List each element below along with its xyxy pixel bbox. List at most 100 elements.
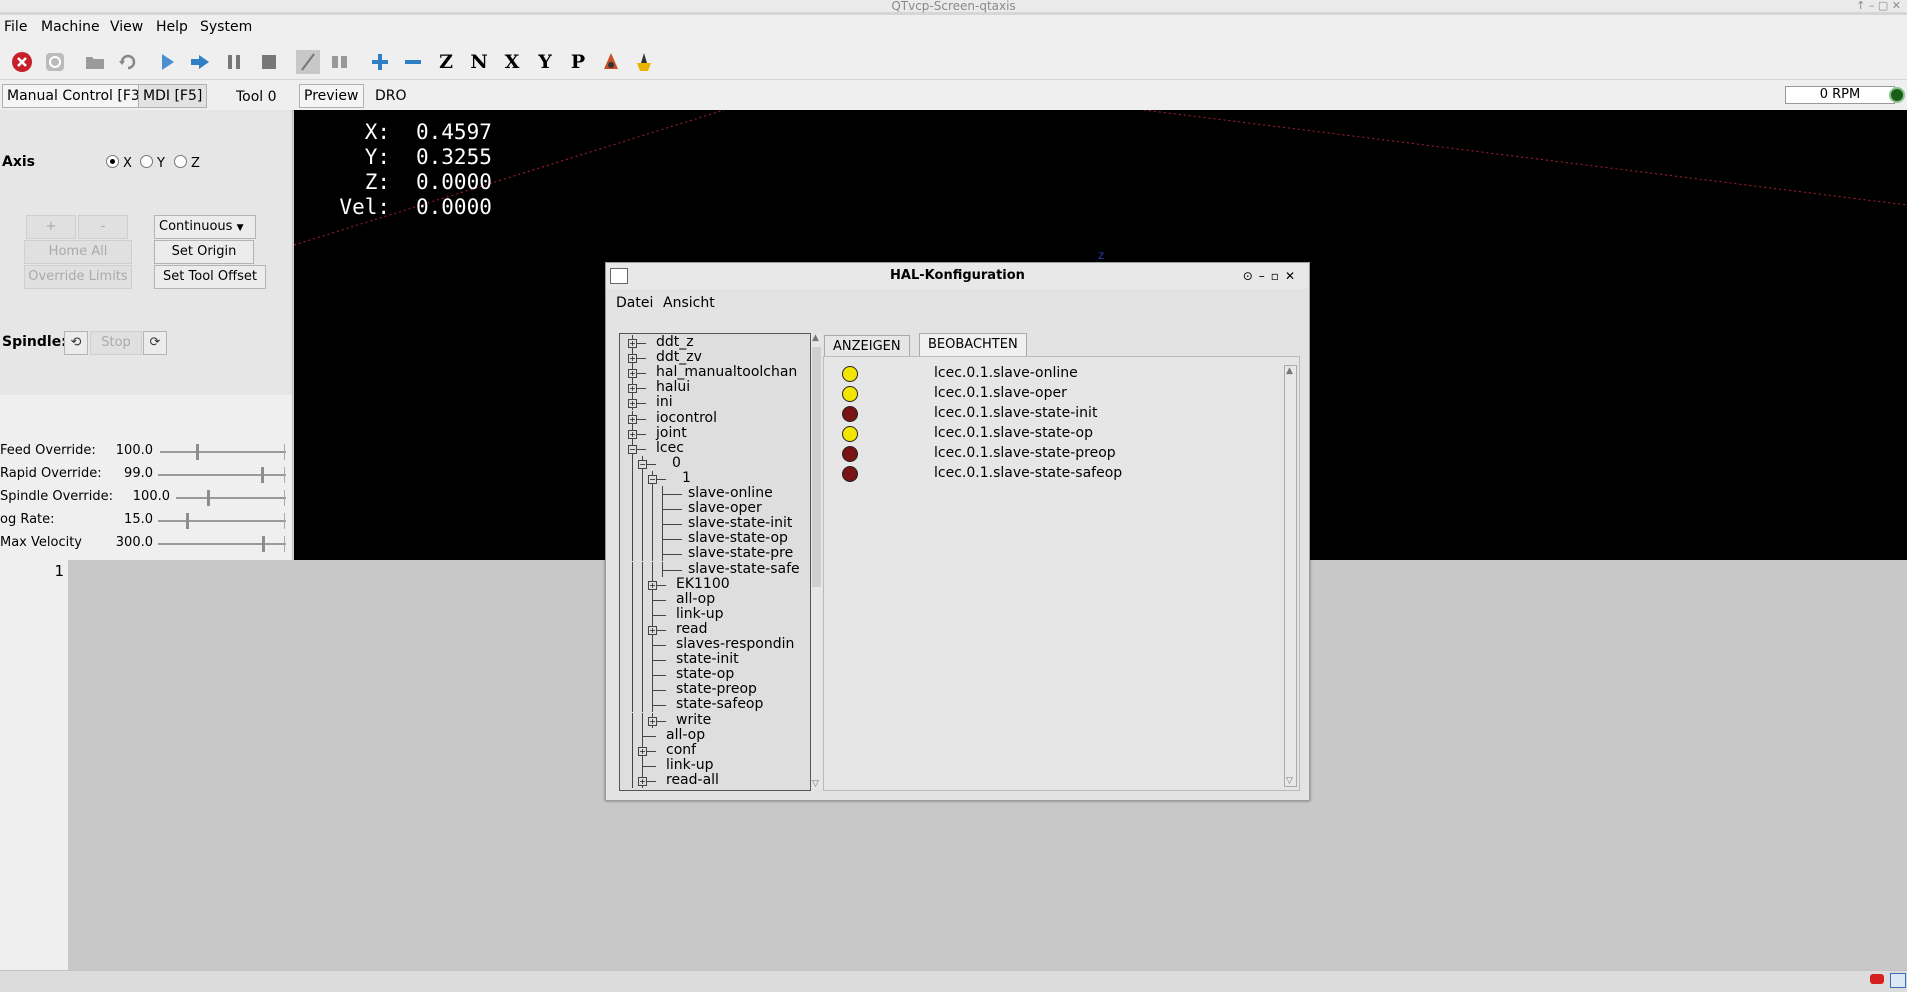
expand-toggle-icon[interactable]: − [638,459,647,469]
window-menu-icon[interactable] [610,268,628,284]
axis-radio-y[interactable]: Y [140,155,165,171]
watch-scroll-down-icon[interactable]: ▽ [1286,776,1293,786]
override-slider[interactable] [158,513,286,529]
menu-help[interactable]: Help [156,19,188,35]
reload-icon[interactable] [116,50,140,74]
tree-node[interactable]: slaves-respondin [620,636,810,653]
spindle-forward-button[interactable]: ⟳ [143,331,167,355]
tree-node[interactable]: state-op [620,667,810,683]
expand-toggle-icon[interactable]: + [648,580,657,590]
tree-node[interactable]: − lcec [620,440,810,456]
expand-toggle-icon[interactable]: + [628,369,637,379]
scroll-thumb[interactable] [812,347,821,587]
menu-file[interactable]: File [4,19,27,35]
error-indicator-icon[interactable] [1870,974,1884,984]
home-all-button[interactable]: Home All [24,240,132,264]
tree-node[interactable]: state-init [620,651,810,668]
tab-preview[interactable]: Preview [299,84,364,108]
slider-handle[interactable] [186,513,189,529]
open-file-icon[interactable] [83,50,107,74]
view-z-icon[interactable]: Z [434,50,458,74]
spindle-reverse-button[interactable]: ⟲ [64,331,88,355]
tree-node[interactable]: + conf [620,742,810,758]
slider-handle[interactable] [207,490,210,506]
watch-scroll-up-icon[interactable]: ▲ [1286,366,1293,376]
tree-node[interactable]: slave-state-safe [620,561,810,577]
tree-scrollbar[interactable]: ▲ ▽ [811,333,822,789]
scroll-up-icon[interactable]: ▲ [812,333,819,343]
tree-node[interactable]: −1 [620,470,810,486]
stop-icon[interactable] [257,50,281,74]
slider-handle[interactable] [196,444,199,460]
watch-scrollbar[interactable]: ▲ ▽ [1284,365,1297,787]
tree-node[interactable]: + iocontrol [620,410,810,426]
run-icon[interactable] [155,50,179,74]
tree-node[interactable]: slave-oper [620,500,810,517]
tree-node[interactable]: + joint [620,425,810,441]
expand-toggle-icon[interactable]: + [638,746,647,756]
override-slider[interactable] [158,536,286,552]
menu-machine[interactable]: Machine [41,19,100,35]
tree-node[interactable]: + ini [620,395,810,411]
hal-window-controls[interactable]: ⊙–▫✕ [1243,263,1301,289]
expand-toggle-icon[interactable]: + [628,399,637,409]
tree-node[interactable]: state-safeop [620,697,810,713]
tree-node[interactable]: + hal_manualtoolchan [620,365,810,381]
override-limits-button[interactable]: Override Limits [24,265,132,289]
expand-toggle-icon[interactable]: + [628,339,637,348]
slider-handle[interactable] [261,467,264,483]
optional-stop-icon[interactable] [328,50,352,74]
hal-component-tree[interactable]: + ddt_z + ddt_zv + hal_manualtoolchan + halui + i… [619,333,811,791]
tree-node[interactable]: + ddt_z [620,334,810,351]
block-delete-icon[interactable] [296,50,320,74]
tree-node[interactable]: all-op [620,591,810,607]
hal-menu-ansicht[interactable]: Ansicht [663,295,715,311]
tab-beobachten[interactable]: BEOBACHTEN [919,333,1027,357]
jog-plus-button[interactable]: + [26,215,76,239]
jog-minus-button[interactable]: - [78,215,128,239]
tree-node[interactable]: + EK1100 [620,576,810,592]
view-z-rotated-icon[interactable]: N [467,50,491,74]
expand-toggle-icon[interactable]: + [628,414,637,424]
override-slider[interactable] [160,444,286,460]
override-slider[interactable] [176,490,286,506]
axis-radio-x[interactable]: X [106,155,132,171]
expand-toggle-icon[interactable]: + [628,354,637,364]
tree-node[interactable]: link-up [620,606,810,622]
set-tool-offset-button[interactable]: Set Tool Offset [154,265,266,289]
tree-node[interactable]: slave-state-pre [620,546,810,562]
zoom-out-icon[interactable] [401,50,425,74]
window-controls[interactable]: ↑ – ▢ ✕ [1856,0,1901,12]
slider-handle[interactable] [262,536,265,552]
tree-node[interactable]: state-preop [620,682,810,698]
jog-mode-select[interactable]: Continuous ▼ [154,215,256,239]
expand-toggle-icon[interactable]: − [648,474,657,484]
tree-node[interactable]: slave-state-init [620,516,810,532]
notification-icon[interactable] [1890,973,1906,988]
axis-radio-z[interactable]: Z [174,155,200,171]
tree-node[interactable]: + halui [620,380,810,396]
view-x-icon[interactable]: X [500,50,524,74]
pause-icon[interactable] [222,50,246,74]
tree-node[interactable]: + read-all [620,772,810,788]
tree-node[interactable]: + write [620,712,810,728]
menu-system[interactable]: System [200,19,252,35]
tree-node[interactable]: + ddt_zv [620,349,810,366]
expand-toggle-icon[interactable]: + [648,716,657,726]
tree-node[interactable]: slave-state-op [620,531,810,547]
tree-node[interactable]: slave-online [620,485,810,502]
tab-manual-control[interactable]: Manual Control [F3] [2,84,151,108]
menu-view[interactable]: View [110,19,143,35]
tree-node[interactable]: all-op [620,727,810,743]
power-icon[interactable] [43,50,67,74]
tab-mdi[interactable]: MDI [F5] [138,84,208,108]
expand-toggle-icon[interactable]: − [628,444,637,454]
step-icon[interactable] [188,50,212,74]
clear-plot-icon[interactable] [632,50,656,74]
tree-node[interactable]: + read [620,621,810,637]
set-origin-button[interactable]: Set Origin [154,240,254,264]
expand-toggle-icon[interactable]: + [628,384,637,394]
expand-toggle-icon[interactable]: + [628,429,637,439]
hal-menu-datei[interactable]: Datei [616,295,653,311]
zoom-in-icon[interactable] [368,50,392,74]
